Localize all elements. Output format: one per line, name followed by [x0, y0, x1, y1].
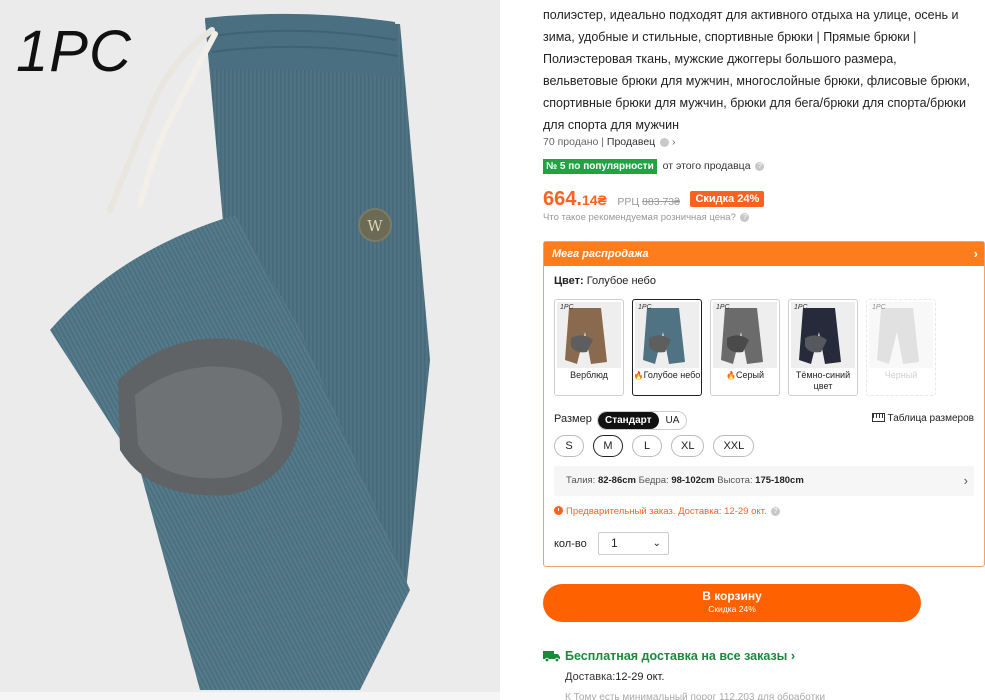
size-system-ua[interactable]: UA [659, 412, 687, 429]
size-measurements[interactable]: Талия: 82-86cm Бедра: 98-102cm Высота: 1… [554, 466, 974, 496]
price-row: 664.14₴ РРЦ 883.73₴ Скидка 24% [543, 188, 765, 211]
seller-link[interactable]: Продавец [607, 136, 655, 148]
preorder-note: Предварительный заказ. Доставка: 12-29 о… [554, 506, 781, 517]
swatch-image: 1PC [557, 302, 621, 368]
size-options: S M L XL XXL [554, 435, 755, 457]
swatch-camel[interactable]: 1PC Верблюд [554, 299, 624, 396]
sku-card: Мега распродажа › Цвет: Голубое небо 1PC… [543, 241, 985, 567]
thumbnail-strip[interactable] [0, 692, 500, 700]
size-s[interactable]: S [554, 435, 584, 457]
swatch-image: 1PC [713, 302, 777, 368]
size-xl[interactable]: XL [671, 435, 705, 457]
chevron-down-icon: ⌄ [652, 538, 661, 549]
size-m[interactable]: M [593, 435, 623, 457]
discount-badge: Скидка 24% [690, 191, 765, 207]
size-label: Размер [554, 413, 592, 425]
mega-sale-banner[interactable]: Мега распродажа › [544, 242, 984, 266]
current-price: 664.14₴ [543, 188, 607, 210]
sold-count: 70 продано [543, 136, 599, 148]
info-icon[interactable]: ? [755, 161, 765, 171]
swatch-image: 1PC [635, 302, 699, 368]
quantity-label: кол-во [554, 538, 587, 550]
order-threshold-note: К Тому есть минимальный порог 112.203 дл… [565, 692, 826, 700]
product-image[interactable]: 1PC W [0, 0, 500, 700]
size-system-standard[interactable]: Стандарт [598, 412, 659, 429]
size-l[interactable]: L [632, 435, 662, 457]
seller-avatar-icon [660, 137, 670, 147]
pants-illustration [50, 13, 430, 690]
swatch-image: 1PC [791, 302, 855, 368]
swatch-image: 1PC [869, 302, 933, 368]
clock-icon [554, 506, 563, 515]
delivery-date: Доставка:12-29 окт. [565, 671, 665, 683]
popularity-text: от этого продавца [662, 160, 751, 172]
color-label: Цвет: Голубое небо [554, 275, 656, 287]
rrp-price: РРЦ 883.73₴ [617, 196, 680, 208]
chevron-right-icon: › [963, 473, 968, 488]
rrp-question[interactable]: Что такое рекомендуемая розничная цена? … [543, 212, 750, 223]
ruler-icon [871, 413, 885, 422]
swatch-navy[interactable]: 1PC Тёмно-синий цвет [788, 299, 858, 396]
free-shipping-link[interactable]: Бесплатная доставка на все заказы › [543, 649, 795, 663]
size-chart-link[interactable]: Таблица размеров [871, 413, 974, 424]
chevron-right-icon[interactable]: › [974, 242, 978, 266]
info-icon: ? [740, 212, 750, 222]
popularity-badge: № 5 по популярности [543, 159, 657, 174]
sold-row: 70 продано | Продавец › [543, 136, 676, 148]
info-icon[interactable]: ? [771, 506, 781, 516]
fire-icon: 🔥 [726, 371, 736, 380]
truck-icon [543, 651, 560, 662]
size-xxl[interactable]: XXL [713, 435, 755, 457]
image-caption: 1PC [16, 19, 132, 84]
chevron-right-icon: › [790, 649, 795, 663]
swatch-gray[interactable]: 1PC 🔥Серый [710, 299, 780, 396]
size-system-toggle[interactable]: Стандарт UA [597, 411, 688, 430]
product-title: полиэстер, идеально подходят для активно… [543, 8, 970, 132]
quantity-select[interactable]: 1 ⌄ [598, 532, 669, 555]
swatch-black[interactable]: 1PC Черный [866, 299, 936, 396]
add-to-cart-button[interactable]: В корзину Скидка 24% [543, 584, 921, 622]
chevron-right-icon[interactable]: › [672, 136, 676, 148]
color-swatches: 1PC Верблюд 1PC 🔥Голубое небо 1PC 🔥Серый [554, 299, 936, 396]
fire-icon: 🔥 [633, 371, 644, 380]
swatch-sky-blue[interactable]: 1PC 🔥Голубое небо [632, 299, 702, 396]
popularity-row: № 5 по популярности от этого продавца ? [543, 159, 765, 174]
